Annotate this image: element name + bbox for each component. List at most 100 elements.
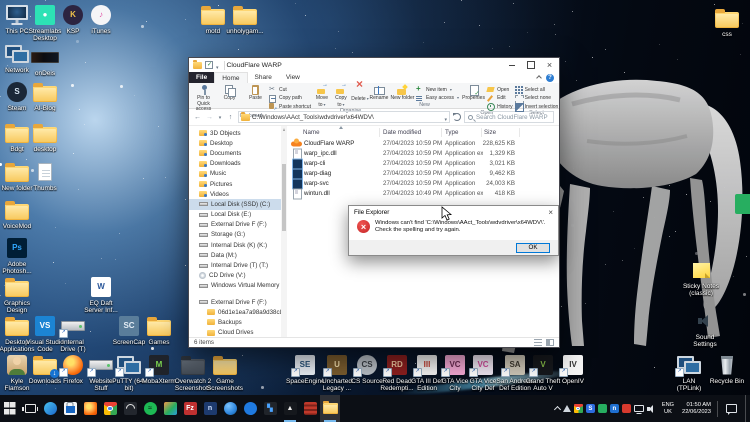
nav-external-drive-f-section[interactable]: External Drive F (F:): [189, 297, 281, 307]
icon-css[interactable]: css: [710, 6, 744, 38]
chrome-tray-icon[interactable]: [574, 404, 583, 413]
nav-windows-virtual-memory[interactable]: Windows Virtual Memory (: [189, 281, 281, 291]
back-button[interactable]: [193, 113, 202, 122]
nav-internal-drive-t[interactable]: Internal Drive (T) (T:): [189, 260, 281, 270]
details-view-icon[interactable]: [534, 339, 542, 346]
nav-desktop[interactable]: Desktop: [189, 138, 281, 148]
tab-view[interactable]: View: [279, 72, 307, 83]
nav-videos[interactable]: Videos: [189, 189, 281, 199]
display-tray-icon[interactable]: [634, 405, 644, 412]
nav-internal-disk-k[interactable]: Internal Disk (K) (K:): [189, 240, 281, 250]
CloudFlare WARP[interactable]: CloudFlare WARP 27/04/2023 10:59 PM Appl…: [287, 138, 559, 148]
nav-3d-objects[interactable]: 3D Objects: [189, 128, 281, 138]
store-icon[interactable]: [60, 395, 80, 422]
qat-folder-icon[interactable]: [193, 62, 202, 69]
nav-hash-folder[interactable]: 06d1e1ea7a98a9d38c8052fe: [189, 307, 281, 317]
nav-pictures[interactable]: Pictures: [189, 179, 281, 189]
rename-button[interactable]: Rename: [370, 85, 388, 102]
blue-app-icon[interactable]: [240, 395, 260, 422]
icon-sound-settings[interactable]: Sound Settings: [688, 309, 722, 348]
header-size[interactable]: Size: [484, 129, 496, 136]
icon-ondeis[interactable]: onDeis: [28, 45, 62, 77]
icon-desktop-folder[interactable]: desktop: [28, 121, 62, 153]
icon-internal-drive-t[interactable]: Internal Drive (T): [56, 314, 90, 353]
close-button[interactable]: [540, 58, 559, 72]
nav-local-disk-e[interactable]: Local Disk (E:): [189, 210, 281, 220]
header-name[interactable]: Name: [303, 129, 320, 136]
address-bar[interactable]: C:\Windows\AAct_Tools\wdvdriver\x64WDV\: [238, 111, 450, 123]
icon-thumbs[interactable]: Thumbs: [28, 160, 62, 192]
nav-data-m[interactable]: Data (M:): [189, 250, 281, 260]
up-button[interactable]: [226, 113, 235, 122]
thumbnail-view-icon[interactable]: [546, 339, 554, 346]
chrome-icon[interactable]: [100, 395, 120, 422]
cut-button[interactable]: Cut: [269, 86, 311, 93]
nav-backups[interactable]: Backups: [189, 317, 281, 327]
nav-downloads[interactable]: Downloads: [189, 159, 281, 169]
icon-game-screenshots[interactable]: Game Screenshots: [208, 353, 242, 392]
start-button[interactable]: [0, 395, 20, 422]
icon-putty[interactable]: PuTTY (64-bit): [112, 353, 146, 392]
invert-selection-button[interactable]: Invert selection: [515, 103, 559, 110]
properties-button[interactable]: Properties: [461, 85, 486, 102]
icon-itunes[interactable]: ♪ iTunes: [84, 3, 118, 35]
icon-photoshop[interactable]: Ps Adobe Photosh...: [0, 236, 34, 275]
icon-uncharted[interactable]: U Uncharted Legacy ...: [320, 353, 354, 392]
select-all-button[interactable]: Select all: [515, 86, 559, 93]
new-folder-button[interactable]: New folder: [390, 85, 415, 102]
paste-shortcut-button[interactable]: Paste shortcut: [269, 103, 311, 110]
recent-locations-icon[interactable]: [217, 113, 223, 122]
icon-games[interactable]: Games: [142, 314, 176, 346]
notepad-icon[interactable]: n: [200, 395, 220, 422]
filezilla-icon[interactable]: Fz: [180, 395, 200, 422]
clock[interactable]: 01:50 AM 22/06/2023: [679, 402, 714, 416]
tray-green-icon[interactable]: [598, 404, 607, 413]
ok-button[interactable]: OK: [516, 243, 550, 253]
photos-icon[interactable]: [160, 395, 180, 422]
delete-button[interactable]: Delete: [351, 85, 369, 103]
nav-storage-g[interactable]: Storage (G:): [189, 230, 281, 240]
task-view-button[interactable]: [20, 395, 40, 422]
icon-green-app[interactable]: [728, 192, 750, 217]
icon-motd[interactable]: motd: [196, 3, 230, 35]
warp-cli[interactable]: warp-cli 27/04/2023 10:59 PM Application…: [287, 158, 559, 168]
minimize-button[interactable]: [502, 58, 521, 72]
copy-path-button[interactable]: Copy path: [269, 95, 311, 102]
icon-spaceengine[interactable]: SE SpaceEngine: [288, 353, 322, 385]
nav-external-drive-f[interactable]: External Drive F (F:): [189, 220, 281, 230]
tray-blue-icon[interactable]: S: [586, 404, 595, 413]
show-desktop-button[interactable]: [745, 395, 748, 422]
icon-mobaxterm[interactable]: M MobaXterm: [142, 353, 176, 385]
search-input[interactable]: Search CloudFlare WARP: [464, 111, 554, 123]
icon-voicemod[interactable]: VoiceMod: [0, 198, 34, 230]
edit-button[interactable]: Edit: [487, 95, 513, 102]
qat-properties-icon[interactable]: [205, 61, 213, 69]
icon-gta5[interactable]: V Grand Theft Auto V: [526, 353, 560, 392]
spotify-icon[interactable]: ≈: [140, 395, 160, 422]
edge-icon[interactable]: [40, 395, 60, 422]
icon-lan-tplink[interactable]: LAN (TPLink): [672, 353, 706, 392]
dialog-close-icon[interactable]: [548, 208, 553, 217]
ribbon-collapse-icon[interactable]: [536, 75, 542, 81]
nav-documents[interactable]: Documents: [189, 148, 281, 158]
icon-overwatch-screenshots[interactable]: Overwatch 2 Screenshots: [176, 353, 210, 392]
icon-graphics-design[interactable]: Graphics Design: [0, 275, 34, 314]
header-date-modified[interactable]: Date modified: [383, 129, 421, 136]
refresh-icon[interactable]: [453, 113, 461, 121]
nav-local-disk-c[interactable]: Local Disk (SSD) (C:): [189, 199, 281, 209]
icon-sticky-notes[interactable]: Sticky Notes (classic): [684, 258, 718, 297]
new-item-button[interactable]: New item: [416, 86, 459, 93]
wintun.dll[interactable]: wintun.dll 27/04/2023 10:49 PM Applicati…: [287, 188, 559, 198]
easy-access-button[interactable]: Easy access: [416, 95, 459, 102]
tray-red-icon[interactable]: [622, 404, 631, 413]
firefox-icon[interactable]: [80, 395, 100, 422]
warp-diag[interactable]: warp-diag 27/04/2023 10:59 PM Applicatio…: [287, 168, 559, 178]
select-none-button[interactable]: Select none: [515, 95, 559, 102]
help-icon[interactable]: [546, 74, 554, 82]
icon-eq-daft-server[interactable]: W EQ Daft Server Inf...: [84, 275, 118, 314]
action-center-icon[interactable]: [726, 404, 737, 413]
copy-to-button[interactable]: Copy to: [332, 85, 350, 108]
tray-n-icon[interactable]: n: [610, 404, 619, 413]
icon-unholygam[interactable]: unholygam...: [228, 3, 262, 35]
language-indicator[interactable]: ENG UK: [660, 402, 676, 415]
